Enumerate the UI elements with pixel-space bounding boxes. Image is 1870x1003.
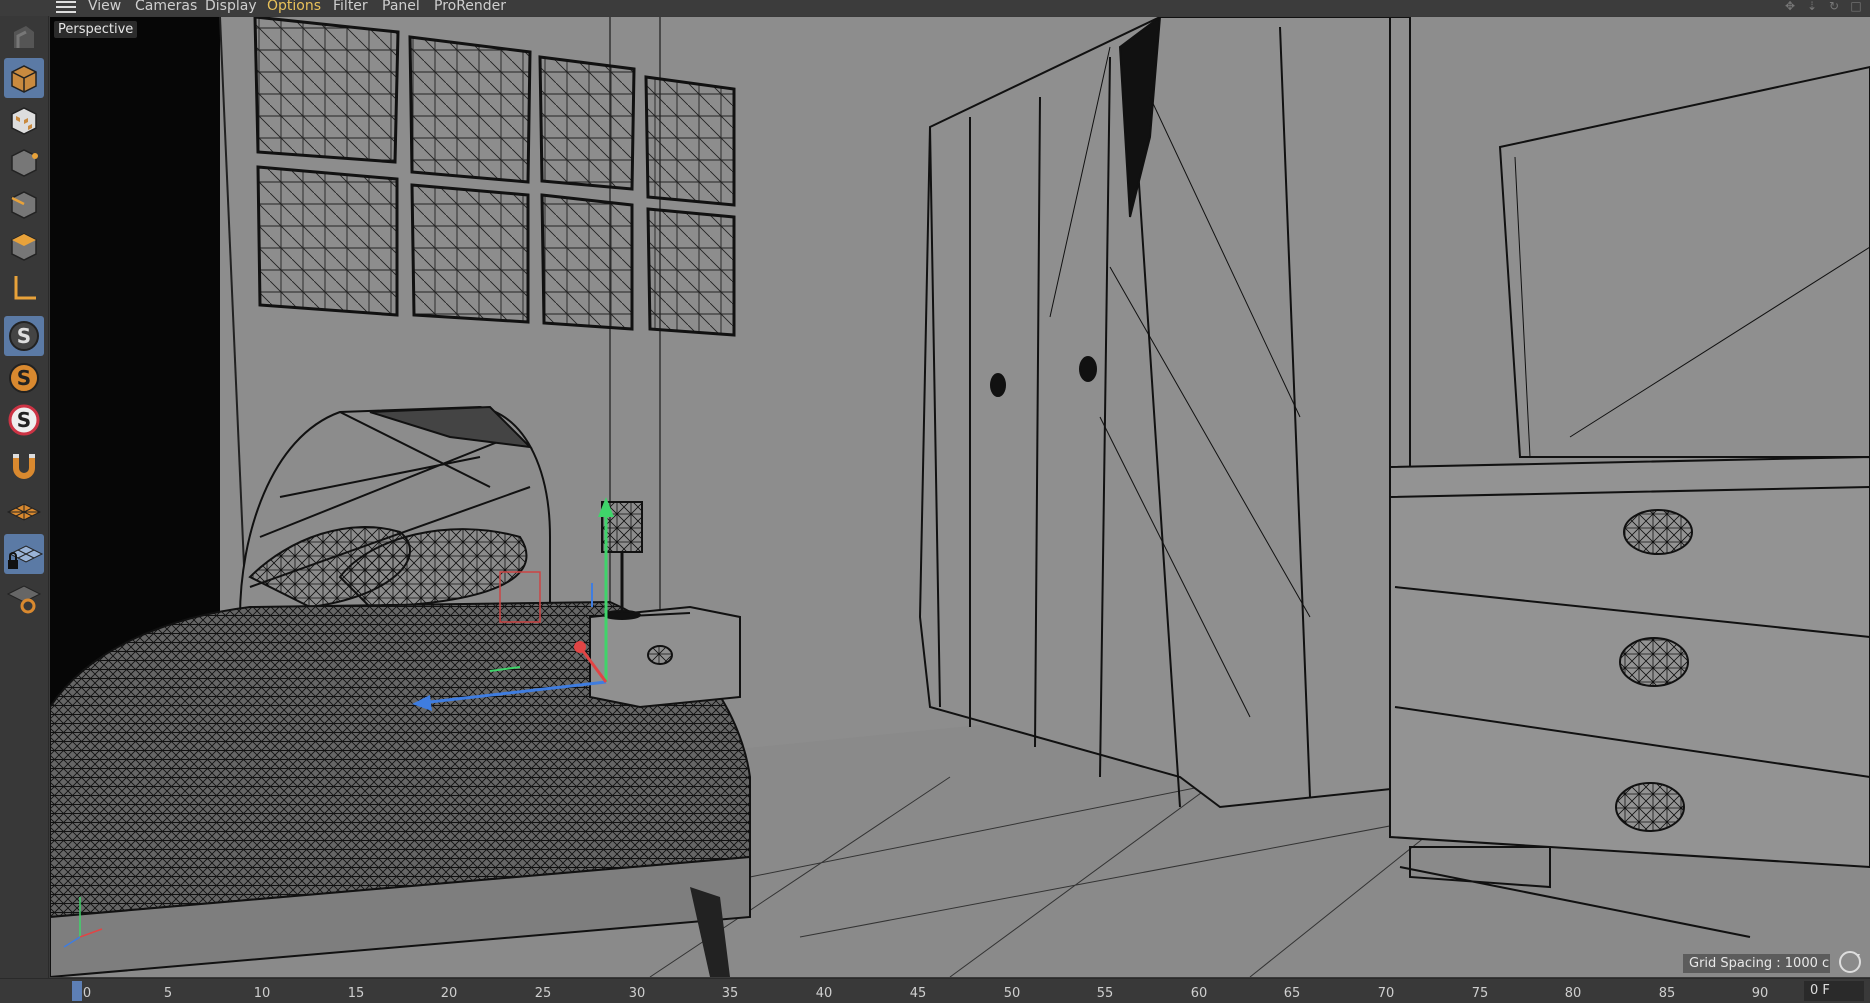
timeline-tick: 10 xyxy=(253,986,271,1001)
edges-mode-button[interactable] xyxy=(4,184,44,224)
zoom-view-icon[interactable]: ⇣ xyxy=(1804,0,1820,12)
menu-options[interactable]: Options xyxy=(267,0,321,13)
timeline-tick: 55 xyxy=(1096,986,1114,1001)
timeline-tick: 15 xyxy=(347,986,365,1001)
points-mode-button[interactable] xyxy=(4,142,44,182)
edges-mode-icon xyxy=(11,191,37,219)
locked-workplane-button[interactable] xyxy=(4,534,44,574)
nightstand xyxy=(589,605,741,709)
hamburger-menu-icon[interactable] xyxy=(56,1,76,13)
snap-s-white-icon: S xyxy=(8,404,40,436)
svg-text:S: S xyxy=(17,366,31,390)
grid-spacing-readout: Grid Spacing : 1000 cm xyxy=(1683,954,1830,973)
workplane-button[interactable] xyxy=(4,492,44,532)
move-view-icon[interactable]: ✥ xyxy=(1782,0,1798,12)
viewport-menubar: View Cameras Display Options Filter Pane… xyxy=(0,0,1870,16)
workplane-icon xyxy=(6,503,42,521)
timeline-tick: 70 xyxy=(1377,986,1395,1001)
timeline-tick: 85 xyxy=(1658,986,1676,1001)
menu-cameras[interactable]: Cameras xyxy=(135,0,197,13)
3d-viewport[interactable] xyxy=(50,17,1870,977)
workplane-rotate-button[interactable] xyxy=(4,576,44,616)
timeline-tick: 20 xyxy=(440,986,458,1001)
snap-button[interactable]: S xyxy=(4,316,44,356)
snap-s-orange-icon: S xyxy=(9,363,39,393)
svg-text:S: S xyxy=(17,324,31,348)
timeline-tick: 5 xyxy=(163,986,173,1001)
axis-mode-button[interactable] xyxy=(4,268,44,308)
texture-mode-button[interactable] xyxy=(4,100,44,140)
timeline-playhead[interactable] xyxy=(72,981,82,1001)
view-label[interactable]: Perspective xyxy=(54,21,138,38)
menu-display[interactable]: Display xyxy=(205,0,257,13)
timeline-ruler[interactable]: 0 5 10 15 20 25 30 35 40 45 50 55 60 65 … xyxy=(0,978,1870,1003)
timeline-tick: 65 xyxy=(1283,986,1301,1001)
menu-filter[interactable]: Filter xyxy=(333,0,368,13)
timeline-tick: 60 xyxy=(1190,986,1208,1001)
rotate-view-icon[interactable]: ↻ xyxy=(1826,0,1842,12)
camera-rotate-icon[interactable] xyxy=(1836,948,1864,976)
timeline-tick: 90 xyxy=(1751,986,1769,1001)
points-mode-icon xyxy=(11,149,38,177)
timeline-tick: 35 xyxy=(721,986,739,1001)
polygons-mode-button[interactable] xyxy=(4,226,44,266)
wardrobe xyxy=(918,17,1411,809)
undo-icon[interactable] xyxy=(4,18,44,58)
menu-panel[interactable]: Panel xyxy=(382,0,420,13)
magnet-button[interactable] xyxy=(4,446,44,486)
timeline-tick: 45 xyxy=(909,986,927,1001)
timeline-tick: 80 xyxy=(1564,986,1582,1001)
object-mode-icon xyxy=(11,65,37,93)
menu-view[interactable]: View xyxy=(88,0,121,13)
texture-mode-icon xyxy=(11,107,37,135)
timeline-tick: 40 xyxy=(815,986,833,1001)
scene-wireframe xyxy=(50,17,1870,977)
axis-mode-icon xyxy=(14,276,36,300)
snap-s-icon: S xyxy=(9,321,39,351)
magnet-icon xyxy=(13,454,35,479)
current-frame-field[interactable]: 0 F xyxy=(1804,981,1864,1001)
viewport-nav-icons: ✥ ⇣ ↻ □ xyxy=(1782,0,1864,14)
polygons-mode-icon xyxy=(11,233,37,261)
workplane-rotate-icon xyxy=(6,585,42,614)
svg-text:S: S xyxy=(17,408,31,432)
locked-workplane-icon xyxy=(8,545,44,569)
timeline-tick: 75 xyxy=(1471,986,1489,1001)
menu-prorender[interactable]: ProRender xyxy=(434,0,506,13)
timeline-tick: 25 xyxy=(534,986,552,1001)
timeline-tick: 30 xyxy=(628,986,646,1001)
timeline-tick: 0 xyxy=(82,986,92,1001)
timeline-tick: 50 xyxy=(1003,986,1021,1001)
snap-mode-button[interactable]: S xyxy=(4,400,44,440)
maximize-view-icon[interactable]: □ xyxy=(1848,0,1864,12)
left-toolbar: S S S xyxy=(0,16,49,986)
object-mode-button[interactable] xyxy=(4,58,44,98)
snap-settings-button[interactable]: S xyxy=(4,358,44,398)
